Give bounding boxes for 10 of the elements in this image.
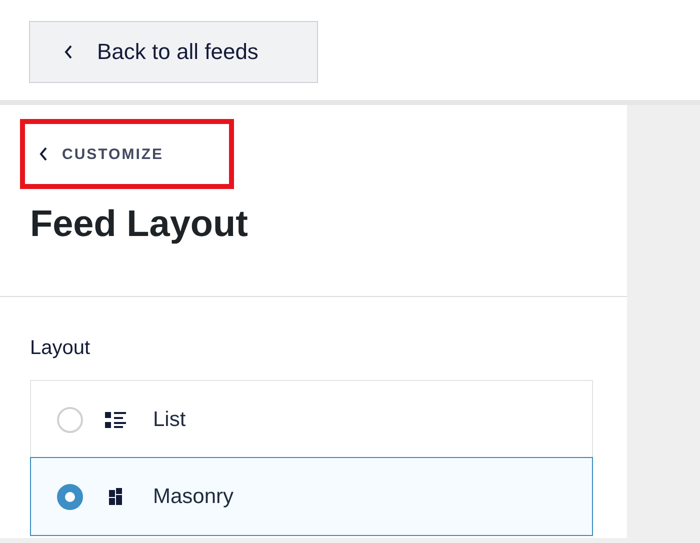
chevron-left-icon	[39, 147, 48, 161]
panel-title: Feed Layout	[30, 203, 249, 245]
list-icon	[105, 410, 127, 428]
layout-option[interactable]: Masonry	[31, 458, 592, 535]
radio-button[interactable]	[57, 484, 83, 510]
section-label: Layout	[30, 337, 92, 360]
customize-link[interactable]: CUSTOMIZE	[20, 119, 234, 189]
radio-button[interactable]	[57, 406, 83, 432]
chevron-left-icon	[64, 45, 73, 59]
back-button[interactable]: Back to all feeds	[29, 21, 318, 83]
